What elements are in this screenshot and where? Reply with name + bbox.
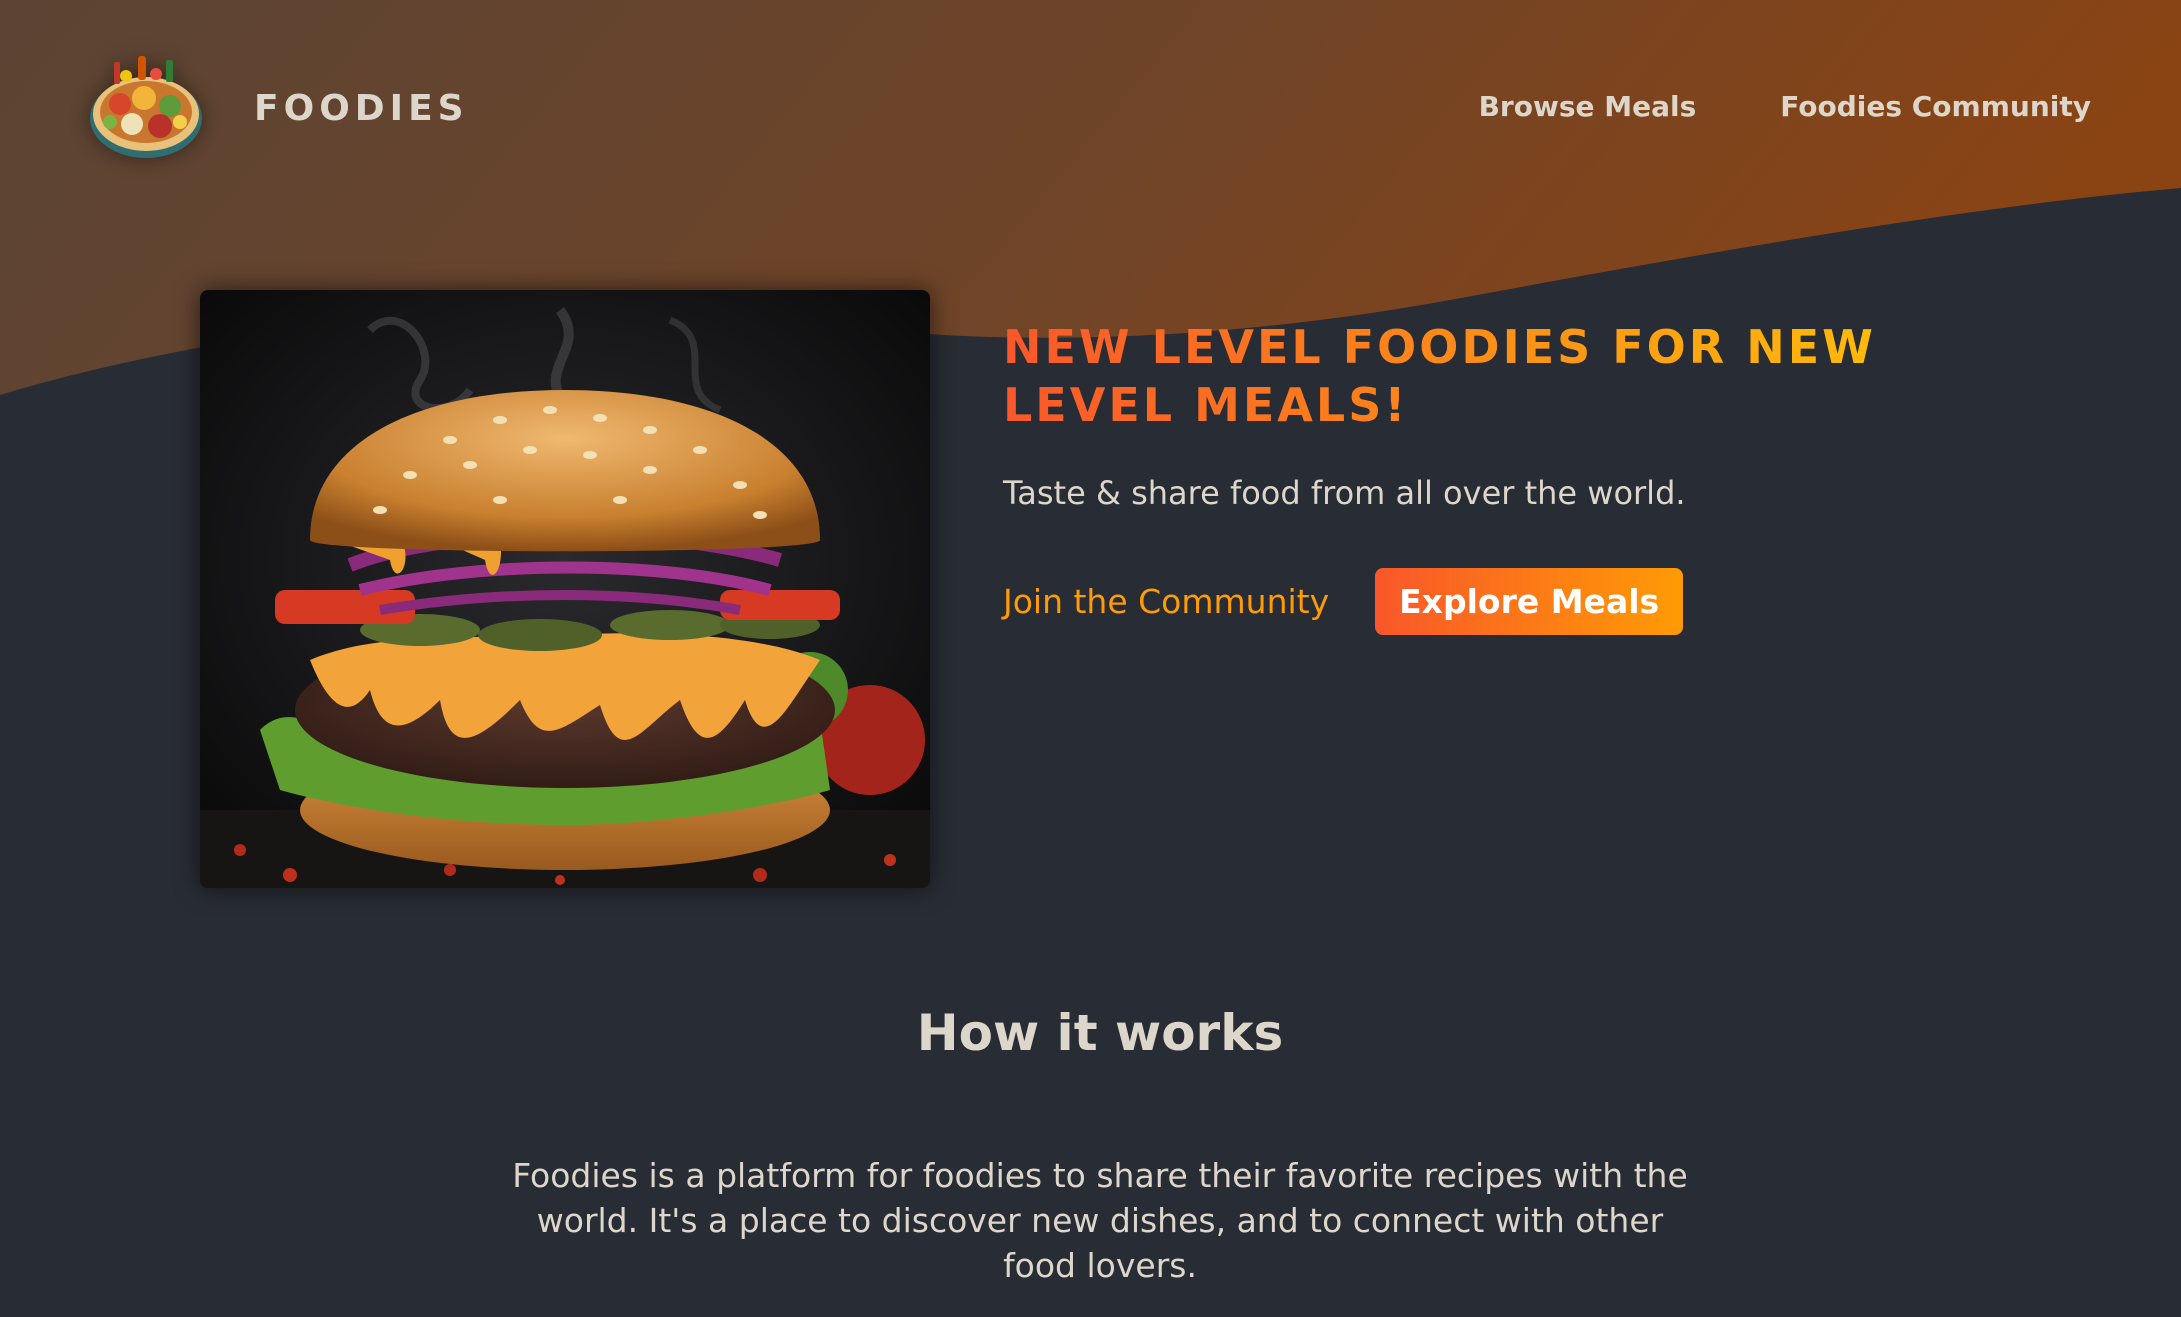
hero-burger-image	[200, 290, 930, 888]
how-it-works-text: Foodies is a platform for foodies to sha…	[512, 1156, 1688, 1285]
logo-link[interactable]: FOODIES	[86, 52, 469, 164]
nav-browse-meals[interactable]: Browse Meals	[1479, 90, 1697, 123]
main-header: FOODIES Browse Meals Foodies Community	[0, 0, 2181, 220]
hero-cta-group: Join the Community Explore Meals	[1003, 568, 2003, 635]
explore-meals-button[interactable]: Explore Meals	[1375, 568, 1684, 635]
hero-subtitle: Taste & share food from all over the wor…	[1003, 474, 1686, 512]
hero-content: NEW LEVEL FOODIES FOR NEW LEVEL MEALS! T…	[1003, 318, 2003, 635]
page: FOODIES Browse Meals Foodies Community N…	[0, 0, 2181, 1317]
hero-title: NEW LEVEL FOODIES FOR NEW LEVEL MEALS!	[1003, 318, 2003, 434]
logo-text: FOODIES	[254, 87, 469, 129]
burger-image	[200, 290, 930, 888]
main-nav: Browse Meals Foodies Community	[1479, 90, 2091, 123]
nav-foodies-community[interactable]: Foodies Community	[1780, 90, 2091, 123]
how-it-works-heading: How it works	[916, 1004, 1284, 1062]
join-community-link[interactable]: Join the Community	[1003, 582, 1329, 621]
food-plate-logo-icon	[90, 56, 202, 158]
